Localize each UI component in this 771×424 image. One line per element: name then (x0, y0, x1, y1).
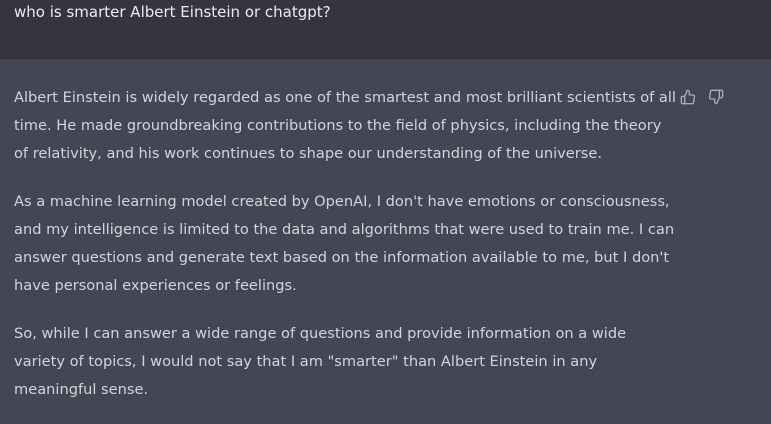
paragraph-line: answer questions and generate text based… (14, 249, 670, 266)
paragraph-line: of relativity, and his work continues to… (14, 145, 602, 162)
paragraph-line: variety of topics, I would not say that … (14, 353, 598, 370)
paragraph-line: and my intelligence is limited to the da… (14, 221, 675, 238)
thumbs-down-icon (708, 89, 724, 105)
thumbs-up-icon (680, 89, 696, 105)
paragraph-line: So, while I can answer a wide range of q… (14, 325, 627, 342)
assistant-paragraph: As a machine learning model created by O… (14, 188, 674, 300)
feedback-buttons (678, 87, 726, 107)
paragraph-line: have personal experiences or feelings. (14, 277, 297, 294)
thumbs-up-button[interactable] (678, 87, 698, 107)
paragraph-line: As a machine learning model created by O… (14, 193, 670, 210)
paragraph-line: Albert Einstein is widely regarded as on… (14, 89, 676, 106)
paragraph-line: meaningful sense. (14, 381, 149, 398)
user-message-text: who is smarter Albert Einstein or chatgp… (14, 3, 331, 21)
user-message-row: who is smarter Albert Einstein or chatgp… (0, 0, 771, 59)
assistant-paragraph: So, while I can answer a wide range of q… (14, 320, 669, 404)
assistant-paragraph: Albert Einstein is widely regarded as on… (14, 84, 676, 168)
assistant-message-row: Albert Einstein is widely regarded as on… (0, 59, 771, 420)
thumbs-down-button[interactable] (706, 87, 726, 107)
assistant-message-text: Albert Einstein is widely regarded as on… (14, 84, 676, 424)
paragraph-line: time. He made groundbreaking contributio… (14, 117, 662, 134)
